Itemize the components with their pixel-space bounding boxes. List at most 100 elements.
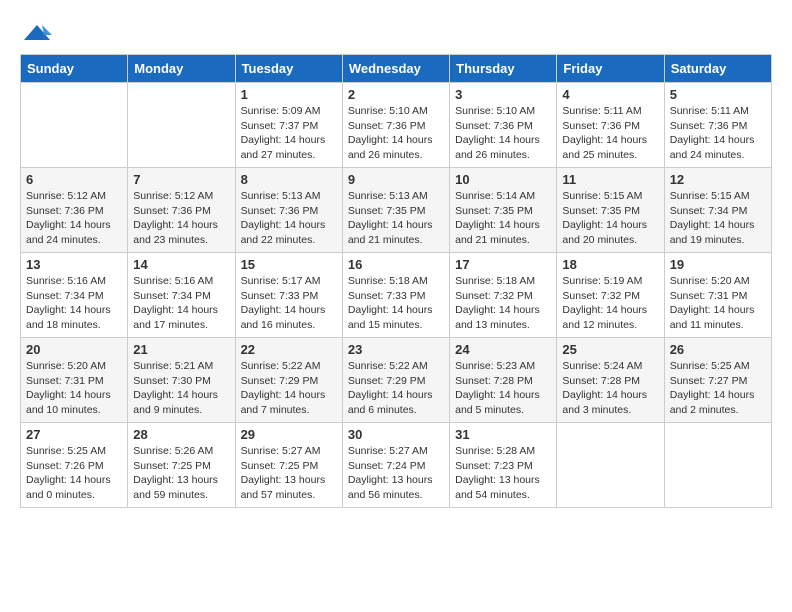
calendar-cell: 23Sunrise: 5:22 AMSunset: 7:29 PMDayligh… [342, 338, 449, 423]
calendar-week-row: 13Sunrise: 5:16 AMSunset: 7:34 PMDayligh… [21, 253, 772, 338]
calendar-cell: 14Sunrise: 5:16 AMSunset: 7:34 PMDayligh… [128, 253, 235, 338]
sunset-label: Sunset: 7:23 PM [455, 460, 533, 472]
daylight-label: Daylight: 14 hours and 6 minutes. [348, 389, 433, 416]
calendar-cell: 7Sunrise: 5:12 AMSunset: 7:36 PMDaylight… [128, 168, 235, 253]
day-info: Sunrise: 5:09 AMSunset: 7:37 PMDaylight:… [241, 104, 337, 163]
daylight-label: Daylight: 13 hours and 56 minutes. [348, 474, 433, 501]
sunrise-label: Sunrise: 5:09 AM [241, 105, 321, 117]
day-number: 7 [133, 172, 229, 187]
sunrise-label: Sunrise: 5:15 AM [670, 190, 750, 202]
sunset-label: Sunset: 7:36 PM [562, 120, 640, 132]
daylight-label: Daylight: 14 hours and 26 minutes. [348, 134, 433, 161]
sunrise-label: Sunrise: 5:18 AM [455, 275, 535, 287]
daylight-label: Daylight: 14 hours and 11 minutes. [670, 304, 755, 331]
sunset-label: Sunset: 7:32 PM [455, 290, 533, 302]
sunrise-label: Sunrise: 5:12 AM [133, 190, 213, 202]
day-number: 18 [562, 257, 658, 272]
day-info: Sunrise: 5:14 AMSunset: 7:35 PMDaylight:… [455, 189, 551, 248]
sunset-label: Sunset: 7:36 PM [348, 120, 426, 132]
sunrise-label: Sunrise: 5:13 AM [241, 190, 321, 202]
calendar-cell: 16Sunrise: 5:18 AMSunset: 7:33 PMDayligh… [342, 253, 449, 338]
sunrise-label: Sunrise: 5:21 AM [133, 360, 213, 372]
day-info: Sunrise: 5:20 AMSunset: 7:31 PMDaylight:… [26, 359, 122, 418]
sunrise-label: Sunrise: 5:16 AM [133, 275, 213, 287]
daylight-label: Daylight: 14 hours and 10 minutes. [26, 389, 111, 416]
sunrise-label: Sunrise: 5:19 AM [562, 275, 642, 287]
day-number: 3 [455, 87, 551, 102]
day-info: Sunrise: 5:26 AMSunset: 7:25 PMDaylight:… [133, 444, 229, 503]
day-info: Sunrise: 5:13 AMSunset: 7:36 PMDaylight:… [241, 189, 337, 248]
calendar-cell: 30 Sunrise: 5:27 AMSunset: 7:24 PMDayligh… [342, 423, 449, 508]
day-info: Sunrise: 5:18 AMSunset: 7:33 PMDaylight:… [348, 274, 444, 333]
day-number: 30 [348, 427, 444, 442]
sunset-label: Sunset: 7:30 PM [133, 375, 211, 387]
daylight-label: Daylight: 14 hours and 15 minutes. [348, 304, 433, 331]
day-number: 2 [348, 87, 444, 102]
daylight-label: Daylight: 14 hours and 7 minutes. [241, 389, 326, 416]
sunrise-label: Sunrise: 5:17 AM [241, 275, 321, 287]
day-info: Sunrise: 5:22 AM Sunset: 7:29 PM Daylight:… [348, 359, 444, 418]
day-number: 21 [133, 342, 229, 357]
daylight-label: Daylight: 14 hours and 21 minutes. [455, 219, 540, 246]
day-number: 22 [241, 342, 337, 357]
day-info: Sunrise: 5:25 AMSunset: 7:27 PMDaylight:… [670, 359, 766, 418]
day-number: 25 [562, 342, 658, 357]
daylight-label: Daylight: 14 hours and 16 minutes. [241, 304, 326, 331]
day-number: 8 [241, 172, 337, 187]
day-info: Sunrise: 5:12 AMSunset: 7:36 PMDaylight:… [26, 189, 122, 248]
sunset-label: Sunset: 7:29 PM [348, 375, 426, 387]
day-number: 29 [241, 427, 337, 442]
sunset-label: Sunset: 7:28 PM [455, 375, 533, 387]
sunrise-label: Sunrise: 5:27 AM [241, 445, 321, 457]
sunrise-label: Sunrise: 5:22 AM [241, 360, 321, 372]
day-header-saturday: Saturday [664, 55, 771, 83]
calendar-cell: 10 Sunrise: 5:14 AMSunset: 7:35 PMDayligh… [450, 168, 557, 253]
calendar-cell [128, 83, 235, 168]
day-info: Sunrise: 5:22 AM Sunset: 7:29 PM Daylight:… [241, 359, 337, 418]
calendar-cell: 4Sunrise: 5:11 AMSunset: 7:36 PMDaylight… [557, 83, 664, 168]
logo [20, 20, 52, 44]
day-info: Sunrise: 5:15 AMSunset: 7:35 PMDaylight:… [562, 189, 658, 248]
day-number: 14 [133, 257, 229, 272]
calendar-cell: 26 Sunrise: 5:25 AMSunset: 7:27 PMDayligh… [664, 338, 771, 423]
calendar-cell: 13Sunrise: 5:16 AMSunset: 7:34 PMDayligh… [21, 253, 128, 338]
sunrise-label: Sunrise: 5:16 AM [26, 275, 106, 287]
sunrise-label: Sunrise: 5:22 AM [348, 360, 428, 372]
day-header-friday: Friday [557, 55, 664, 83]
calendar-cell: 12Sunrise: 5:15 AMSunset: 7:34 PMDayligh… [664, 168, 771, 253]
calendar-cell: 17Sunrise: 5:18 AMSunset: 7:32 PMDayligh… [450, 253, 557, 338]
sunrise-label: Sunrise: 5:27 AM [348, 445, 428, 457]
day-info: Sunrise: 5:27 AMSunset: 7:25 PMDaylight:… [241, 444, 337, 503]
sunrise-label: Sunrise: 5:26 AM [133, 445, 213, 457]
day-number: 15 [241, 257, 337, 272]
calendar-cell: 9 Sunrise: 5:13 AMSunset: 7:35 PMDaylight… [342, 168, 449, 253]
sunset-label: Sunset: 7:34 PM [26, 290, 104, 302]
daylight-label: Daylight: 13 hours and 57 minutes. [241, 474, 326, 501]
day-info: Sunrise: 5:13 AMSunset: 7:35 PMDaylight:… [348, 189, 444, 248]
day-number: 10 [455, 172, 551, 187]
daylight-label: Daylight: 14 hours and 9 minutes. [133, 389, 218, 416]
sunset-label: Sunset: 7:33 PM [241, 290, 319, 302]
day-info: Sunrise: 5:27 AMSunset: 7:24 PMDaylight:… [348, 444, 444, 503]
day-number: 11 [562, 172, 658, 187]
calendar-week-row: 20Sunrise: 5:20 AMSunset: 7:31 PMDayligh… [21, 338, 772, 423]
sunset-label: Sunset: 7:28 PM [562, 375, 640, 387]
day-number: 5 [670, 87, 766, 102]
day-number: 26 [670, 342, 766, 357]
calendar-header-row: SundayMondayTuesdayWednesdayThursdayFrid… [21, 55, 772, 83]
daylight-label: Daylight: 14 hours and 24 minutes. [670, 134, 755, 161]
sunset-label: Sunset: 7:29 PM [241, 375, 319, 387]
daylight-label: Daylight: 14 hours and 19 minutes. [670, 219, 755, 246]
daylight-label: Daylight: 14 hours and 2 minutes. [670, 389, 755, 416]
day-number: 4 [562, 87, 658, 102]
daylight-label: Daylight: 14 hours and 22 minutes. [241, 219, 326, 246]
daylight-label: Daylight: 13 hours and 54 minutes. [455, 474, 540, 501]
calendar-week-row: 27Sunrise: 5:25 AMSunset: 7:26 PMDayligh… [21, 423, 772, 508]
day-info: Sunrise: 5:16 AMSunset: 7:34 PMDaylight:… [26, 274, 122, 333]
day-number: 9 [348, 172, 444, 187]
sunrise-label: Sunrise: 5:10 AM [348, 105, 428, 117]
sunset-label: Sunset: 7:26 PM [26, 460, 104, 472]
calendar-cell: 24Sunrise: 5:23 AMSunset: 7:28 PMDayligh… [450, 338, 557, 423]
day-info: Sunrise: 5:18 AMSunset: 7:32 PMDaylight:… [455, 274, 551, 333]
calendar-cell: 20Sunrise: 5:20 AMSunset: 7:31 PMDayligh… [21, 338, 128, 423]
